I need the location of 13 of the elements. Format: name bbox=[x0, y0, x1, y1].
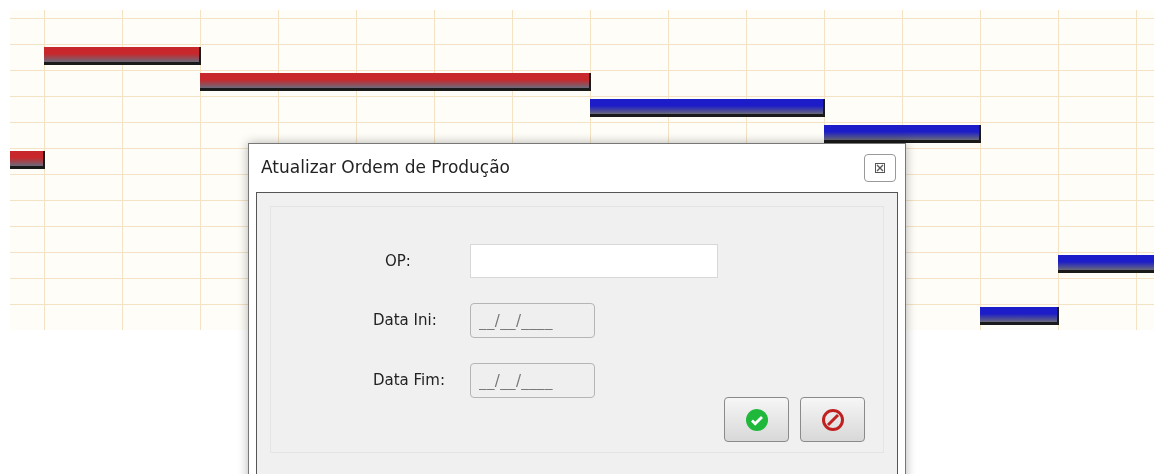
close-button[interactable] bbox=[864, 154, 896, 182]
confirm-button[interactable] bbox=[724, 397, 789, 442]
date-field[interactable]: __/__/____ bbox=[470, 303, 595, 338]
dialog-title: Atualizar Ordem de Produção bbox=[261, 156, 510, 180]
checkmark-icon bbox=[744, 407, 769, 432]
prohibited-icon bbox=[820, 407, 845, 432]
field-label: Data Fim: bbox=[373, 370, 446, 392]
cancel-button[interactable] bbox=[800, 397, 865, 442]
close-icon bbox=[875, 163, 885, 173]
date-field[interactable]: __/__/____ bbox=[470, 363, 595, 398]
input-field[interactable] bbox=[470, 244, 718, 278]
field-label: OP: bbox=[384, 250, 412, 272]
field-label: Data Ini: bbox=[373, 310, 438, 332]
